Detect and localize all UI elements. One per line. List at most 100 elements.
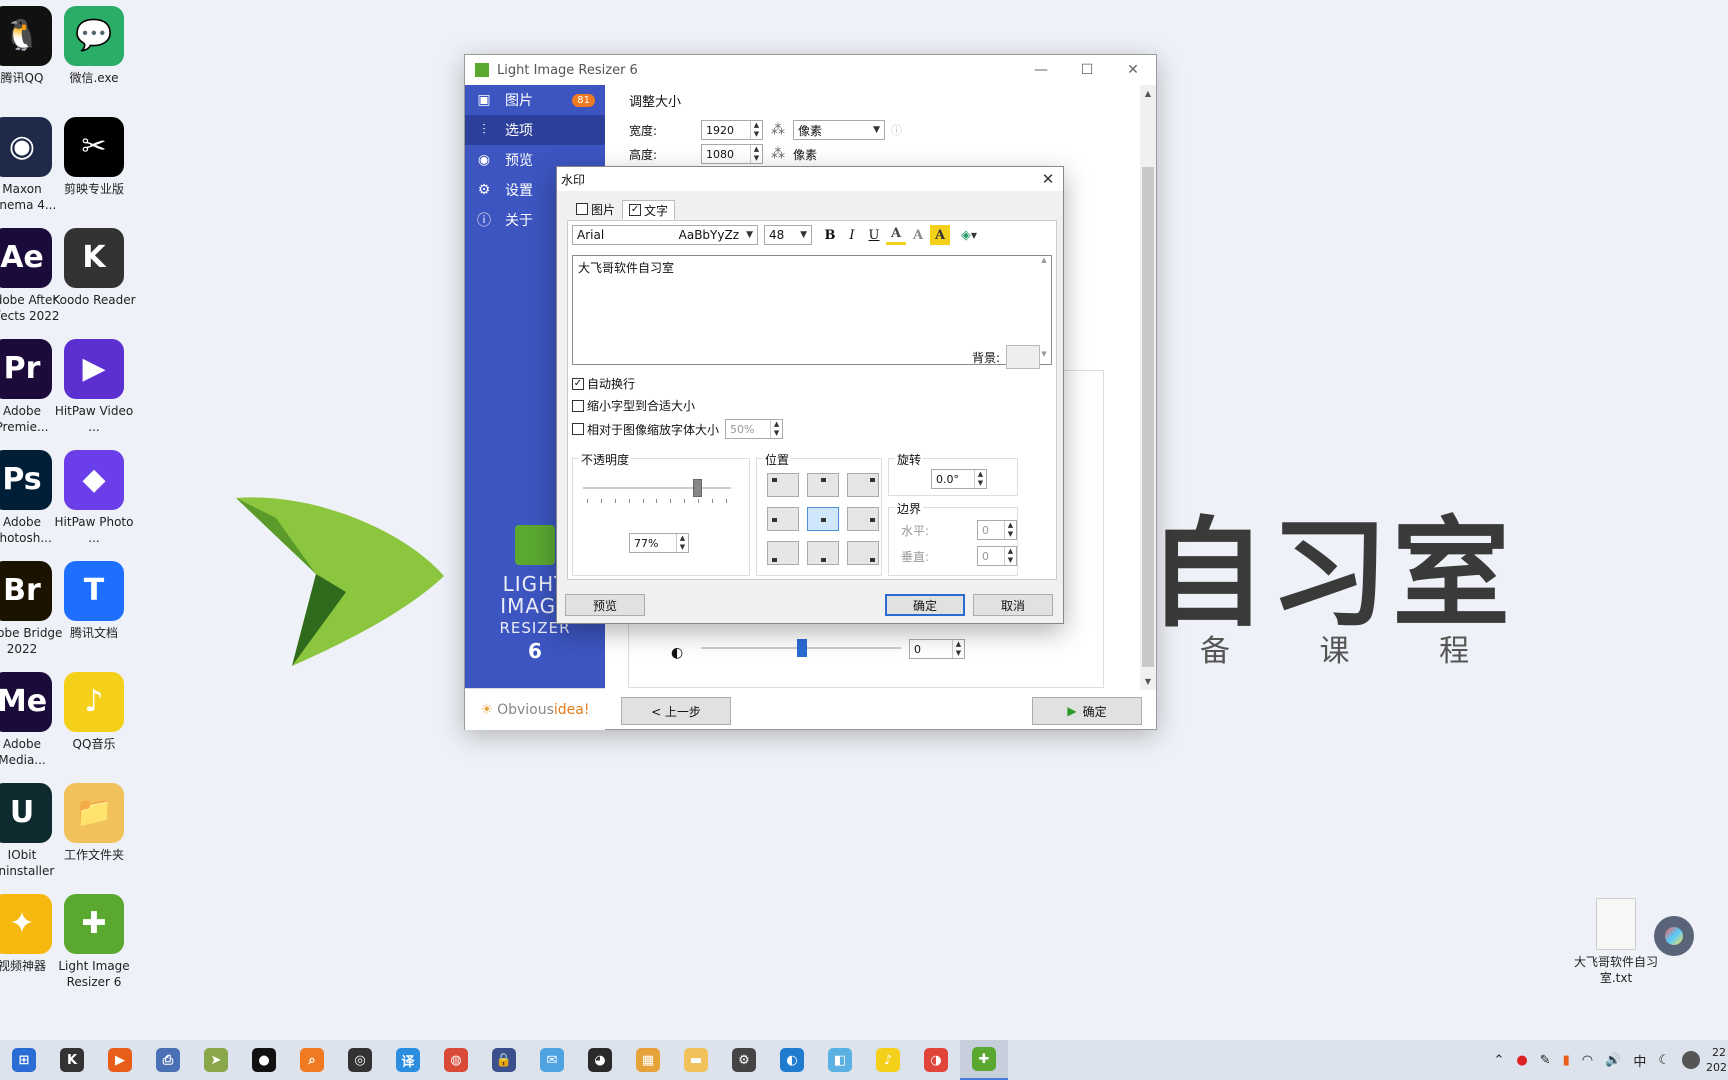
sidebar-item[interactable]: ▣ 图片 81 bbox=[465, 85, 605, 115]
desktop-icon[interactable]: ◆ HitPaw Photo ... bbox=[50, 450, 138, 546]
preview-button[interactable]: 预览 bbox=[565, 594, 645, 616]
magic-wand-icon[interactable]: ⁂ bbox=[771, 122, 785, 138]
image-checkbox[interactable] bbox=[576, 203, 588, 215]
contrast-input[interactable]: 0 ▲ ▼ bbox=[909, 639, 965, 659]
wrap-checkbox[interactable]: ✓ bbox=[572, 377, 584, 390]
taskbar-app[interactable]: ▶ bbox=[96, 1040, 144, 1080]
desktop-icon[interactable]: T 腾讯文档 bbox=[50, 561, 138, 641]
recorder-tray-icon[interactable]: ▮ bbox=[1563, 1053, 1570, 1068]
taskbar-app[interactable]: 🔒 bbox=[480, 1040, 528, 1080]
record-tray-icon[interactable]: ● bbox=[1516, 1053, 1527, 1068]
desktop-icon[interactable]: ▶ HitPaw Video ... bbox=[50, 339, 138, 435]
taskbar-app[interactable]: ⎙ bbox=[144, 1040, 192, 1080]
taskbar-app[interactable]: K bbox=[48, 1040, 96, 1080]
width-spinner[interactable]: ▲ ▼ bbox=[750, 121, 762, 139]
taskbar-app[interactable]: ▬ bbox=[672, 1040, 720, 1080]
taskbar-app[interactable]: ✚ bbox=[960, 1040, 1008, 1080]
relative-size-input[interactable]: 50% ▲ ▼ bbox=[725, 419, 784, 439]
shrink-option[interactable]: 缩小字型到合适大小 bbox=[572, 397, 695, 414]
dialog-close-icon[interactable]: ✕ bbox=[1033, 170, 1063, 188]
font-select[interactable]: Arial AaBbYyZz ▼ bbox=[572, 225, 758, 245]
relative-checkbox[interactable] bbox=[572, 423, 584, 435]
ime-mode-icon[interactable]: ☾ bbox=[1658, 1053, 1670, 1068]
taskbar-app[interactable]: ▦ bbox=[624, 1040, 672, 1080]
tag-icon[interactable]: ◈ ▼ bbox=[952, 225, 986, 245]
pen-tray-icon[interactable]: ✎ bbox=[1540, 1053, 1551, 1068]
dialog-ok-button[interactable]: 确定 bbox=[885, 594, 965, 616]
taskbar-app[interactable]: ⌕ bbox=[288, 1040, 336, 1080]
account-icon[interactable] bbox=[1682, 1051, 1700, 1069]
wifi-icon[interactable]: ◠ bbox=[1582, 1053, 1593, 1068]
desktop-icon[interactable]: 📁 工作文件夹 bbox=[50, 783, 138, 863]
desktop-file-icon[interactable]: 大飞哥软件自习室.txt bbox=[1570, 898, 1662, 986]
minimize-button[interactable]: — bbox=[1018, 55, 1064, 85]
shrink-checkbox[interactable] bbox=[572, 399, 584, 412]
height-input[interactable]: 1080 ▲ ▼ bbox=[701, 144, 763, 164]
scroll-down-icon[interactable]: ▼ bbox=[1140, 677, 1156, 686]
maximize-button[interactable]: ☐ bbox=[1064, 55, 1110, 85]
font-color-icon[interactable]: A bbox=[886, 225, 906, 245]
width-input[interactable]: 1920 ▲ ▼ bbox=[701, 120, 763, 140]
taskbar-app[interactable]: ◕ bbox=[576, 1040, 624, 1080]
volume-icon[interactable]: 🔊 bbox=[1605, 1053, 1621, 1068]
relative-option[interactable]: 相对于图像缩放字体大小 50% ▲ ▼ bbox=[572, 419, 784, 439]
taskbar-app[interactable]: ⊞ bbox=[0, 1040, 48, 1080]
sidebar-item[interactable]: ⫶ 选项 bbox=[465, 115, 605, 145]
position-button[interactable] bbox=[847, 507, 879, 531]
taskbar-app[interactable]: ◑ bbox=[912, 1040, 960, 1080]
scroll-up-icon[interactable]: ▲ bbox=[1140, 89, 1156, 98]
position-button[interactable] bbox=[807, 507, 839, 531]
help-icon[interactable]: ⓘ bbox=[891, 122, 902, 138]
opacity-slider-track[interactable] bbox=[583, 487, 731, 489]
opacity-slider-thumb[interactable] bbox=[692, 479, 702, 497]
desktop-icon[interactable]: ✚ Light Image Resizer 6 bbox=[50, 894, 138, 990]
unit-select[interactable]: 像素 ▼ bbox=[793, 120, 885, 140]
vertical-input[interactable]: 0 ▲ ▼ bbox=[977, 546, 1017, 566]
contrast-slider-thumb[interactable] bbox=[797, 639, 807, 657]
clock[interactable]: 22 2022 bbox=[1706, 1045, 1726, 1075]
desktop-icon[interactable]: K Koodo Reader bbox=[50, 228, 138, 308]
taskbar-app[interactable]: 译 bbox=[384, 1040, 432, 1080]
text-checkbox[interactable]: ✓ bbox=[629, 204, 642, 216]
height-spinner[interactable]: ▲ ▼ bbox=[750, 145, 762, 163]
ok-button[interactable]: ▶ 确定 bbox=[1032, 697, 1142, 725]
taskbar-app[interactable]: ◐ bbox=[768, 1040, 816, 1080]
outline-color-icon[interactable]: A bbox=[908, 225, 928, 245]
position-button[interactable] bbox=[767, 507, 799, 531]
desktop-icon[interactable]: ✂ 剪映专业版 bbox=[50, 117, 138, 197]
chevron-up-icon[interactable]: ⌃ bbox=[1493, 1053, 1504, 1068]
position-button[interactable] bbox=[847, 473, 879, 497]
magic-wand-icon[interactable]: ⁂ bbox=[771, 146, 785, 162]
dialog-cancel-button[interactable]: 取消 bbox=[973, 594, 1053, 616]
taskbar-app[interactable]: ⚙ bbox=[720, 1040, 768, 1080]
highlight-color-icon[interactable]: A bbox=[930, 225, 950, 245]
position-button[interactable] bbox=[847, 541, 879, 565]
content-scrollbar[interactable]: ▲ ▼ bbox=[1140, 85, 1156, 690]
bold-button[interactable]: B bbox=[820, 225, 840, 245]
horizontal-input[interactable]: 0 ▲ ▼ bbox=[977, 520, 1017, 540]
ime-indicator[interactable]: 中 bbox=[1633, 1051, 1646, 1070]
tab-image[interactable]: 图片 bbox=[569, 199, 622, 219]
taskbar-app[interactable]: ● bbox=[240, 1040, 288, 1080]
desktop-icon[interactable]: ♪ QQ音乐 bbox=[50, 672, 138, 752]
taskbar-app[interactable]: ◎ bbox=[336, 1040, 384, 1080]
tab-text[interactable]: ✓ 文字 bbox=[622, 200, 676, 220]
scroll-thumb[interactable] bbox=[1142, 167, 1154, 667]
taskbar-app[interactable]: ♪ bbox=[864, 1040, 912, 1080]
floating-assistant-icon[interactable] bbox=[1654, 916, 1694, 956]
desktop-icon[interactable]: 💬 微信.exe bbox=[50, 6, 138, 86]
close-button[interactable]: ✕ bbox=[1110, 55, 1156, 85]
taskbar-app[interactable]: ◧ bbox=[816, 1040, 864, 1080]
underline-button[interactable]: U bbox=[864, 225, 884, 245]
opacity-input[interactable]: 77% ▲ ▼ bbox=[629, 533, 689, 553]
taskbar-app[interactable]: ✉ bbox=[528, 1040, 576, 1080]
prev-button[interactable]: < 上一步 bbox=[621, 697, 731, 725]
position-button[interactable] bbox=[807, 473, 839, 497]
brand-footer[interactable]: ☀ Obvious idea! bbox=[465, 688, 605, 730]
position-button[interactable] bbox=[807, 541, 839, 565]
taskbar-app[interactable]: ➤ bbox=[192, 1040, 240, 1080]
background-color-swatch[interactable] bbox=[1006, 345, 1041, 369]
wrap-option[interactable]: ✓ 自动换行 bbox=[572, 375, 635, 392]
font-size-select[interactable]: 48 ▼ bbox=[764, 225, 812, 245]
position-button[interactable] bbox=[767, 473, 799, 497]
